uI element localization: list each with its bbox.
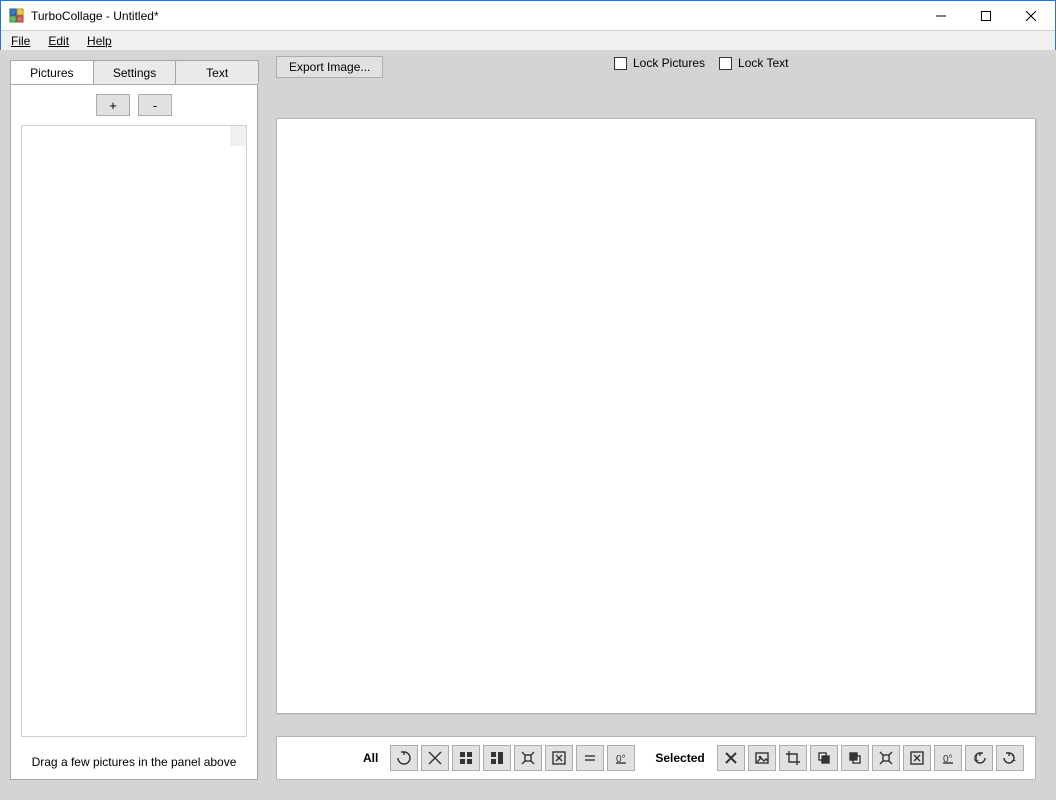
- fit-button[interactable]: [421, 745, 449, 771]
- reset-angle-selected-button[interactable]: 0°: [934, 745, 962, 771]
- export-image-button[interactable]: Export Image...: [276, 56, 383, 78]
- lock-pictures-checkbox[interactable]: Lock Pictures: [614, 56, 705, 70]
- menu-help[interactable]: Help: [83, 32, 116, 50]
- shuffle-button[interactable]: [390, 745, 418, 771]
- close-button[interactable]: [1008, 1, 1053, 30]
- send-backward-button[interactable]: [841, 745, 869, 771]
- tab-label: Text: [206, 66, 228, 80]
- bottom-toolbar: All 0° Selected 0° 1 1: [276, 736, 1036, 780]
- picture-list[interactable]: [21, 125, 247, 737]
- selected-group: 0° 1 1: [717, 745, 1024, 771]
- scrollbar[interactable]: [230, 126, 246, 146]
- lock-text-checkbox[interactable]: Lock Text: [719, 56, 788, 70]
- tab-pictures[interactable]: Pictures: [10, 60, 94, 84]
- checkbox-icon: [614, 57, 627, 70]
- add-picture-button[interactable]: +: [96, 94, 130, 116]
- all-group: 0°: [390, 745, 635, 771]
- menu-file[interactable]: File: [7, 32, 34, 50]
- selected-label: Selected: [655, 751, 704, 765]
- expand-selected-button[interactable]: [872, 745, 900, 771]
- maximize-button[interactable]: [963, 1, 1008, 30]
- titlebar: TurboCollage - Untitled*: [1, 1, 1055, 31]
- checkbox-label: Lock Pictures: [633, 56, 705, 70]
- rotate-ccw-1-button[interactable]: 1: [965, 745, 993, 771]
- sidebar-tabs: Pictures Settings Text: [10, 60, 258, 84]
- sidebar-body: + - Drag a few pictures in the panel abo…: [10, 84, 258, 780]
- checkbox-label: Lock Text: [738, 56, 788, 70]
- bring-forward-button[interactable]: [810, 745, 838, 771]
- picture-buttons: + -: [11, 85, 257, 125]
- collapse-in-button[interactable]: [545, 745, 573, 771]
- tab-text[interactable]: Text: [175, 60, 259, 84]
- equal-size-button[interactable]: [576, 745, 604, 771]
- all-label: All: [363, 751, 378, 765]
- sidebar: Pictures Settings Text + - Drag a few pi…: [10, 60, 258, 780]
- remove-picture-button[interactable]: -: [138, 94, 172, 116]
- window-title: TurboCollage - Untitled*: [31, 9, 159, 23]
- svg-text:1: 1: [1011, 753, 1016, 763]
- window-controls: [918, 1, 1053, 30]
- grid-2x2-button[interactable]: [452, 745, 480, 771]
- minimize-button[interactable]: [918, 1, 963, 30]
- sidebar-hint: Drag a few pictures in the panel above: [11, 747, 257, 779]
- delete-button[interactable]: [717, 745, 745, 771]
- tab-label: Pictures: [30, 66, 73, 80]
- top-toolbar: Export Image...: [276, 56, 383, 78]
- tab-settings[interactable]: Settings: [93, 60, 177, 84]
- lock-controls: Lock Pictures Lock Text: [614, 56, 789, 70]
- crop-button[interactable]: [779, 745, 807, 771]
- menu-edit[interactable]: Edit: [44, 32, 73, 50]
- rotate-cw-1-button[interactable]: 1: [996, 745, 1024, 771]
- tab-label: Settings: [113, 66, 156, 80]
- collapse-selected-button[interactable]: [903, 745, 931, 771]
- collage-canvas[interactable]: [276, 118, 1036, 714]
- checkbox-icon: [719, 57, 732, 70]
- image-button[interactable]: [748, 745, 776, 771]
- app-icon: [9, 8, 25, 24]
- grid-3-button[interactable]: [483, 745, 511, 771]
- menubar: File Edit Help: [1, 31, 1055, 51]
- expand-out-button[interactable]: [514, 745, 542, 771]
- reset-angle-button[interactable]: 0°: [607, 745, 635, 771]
